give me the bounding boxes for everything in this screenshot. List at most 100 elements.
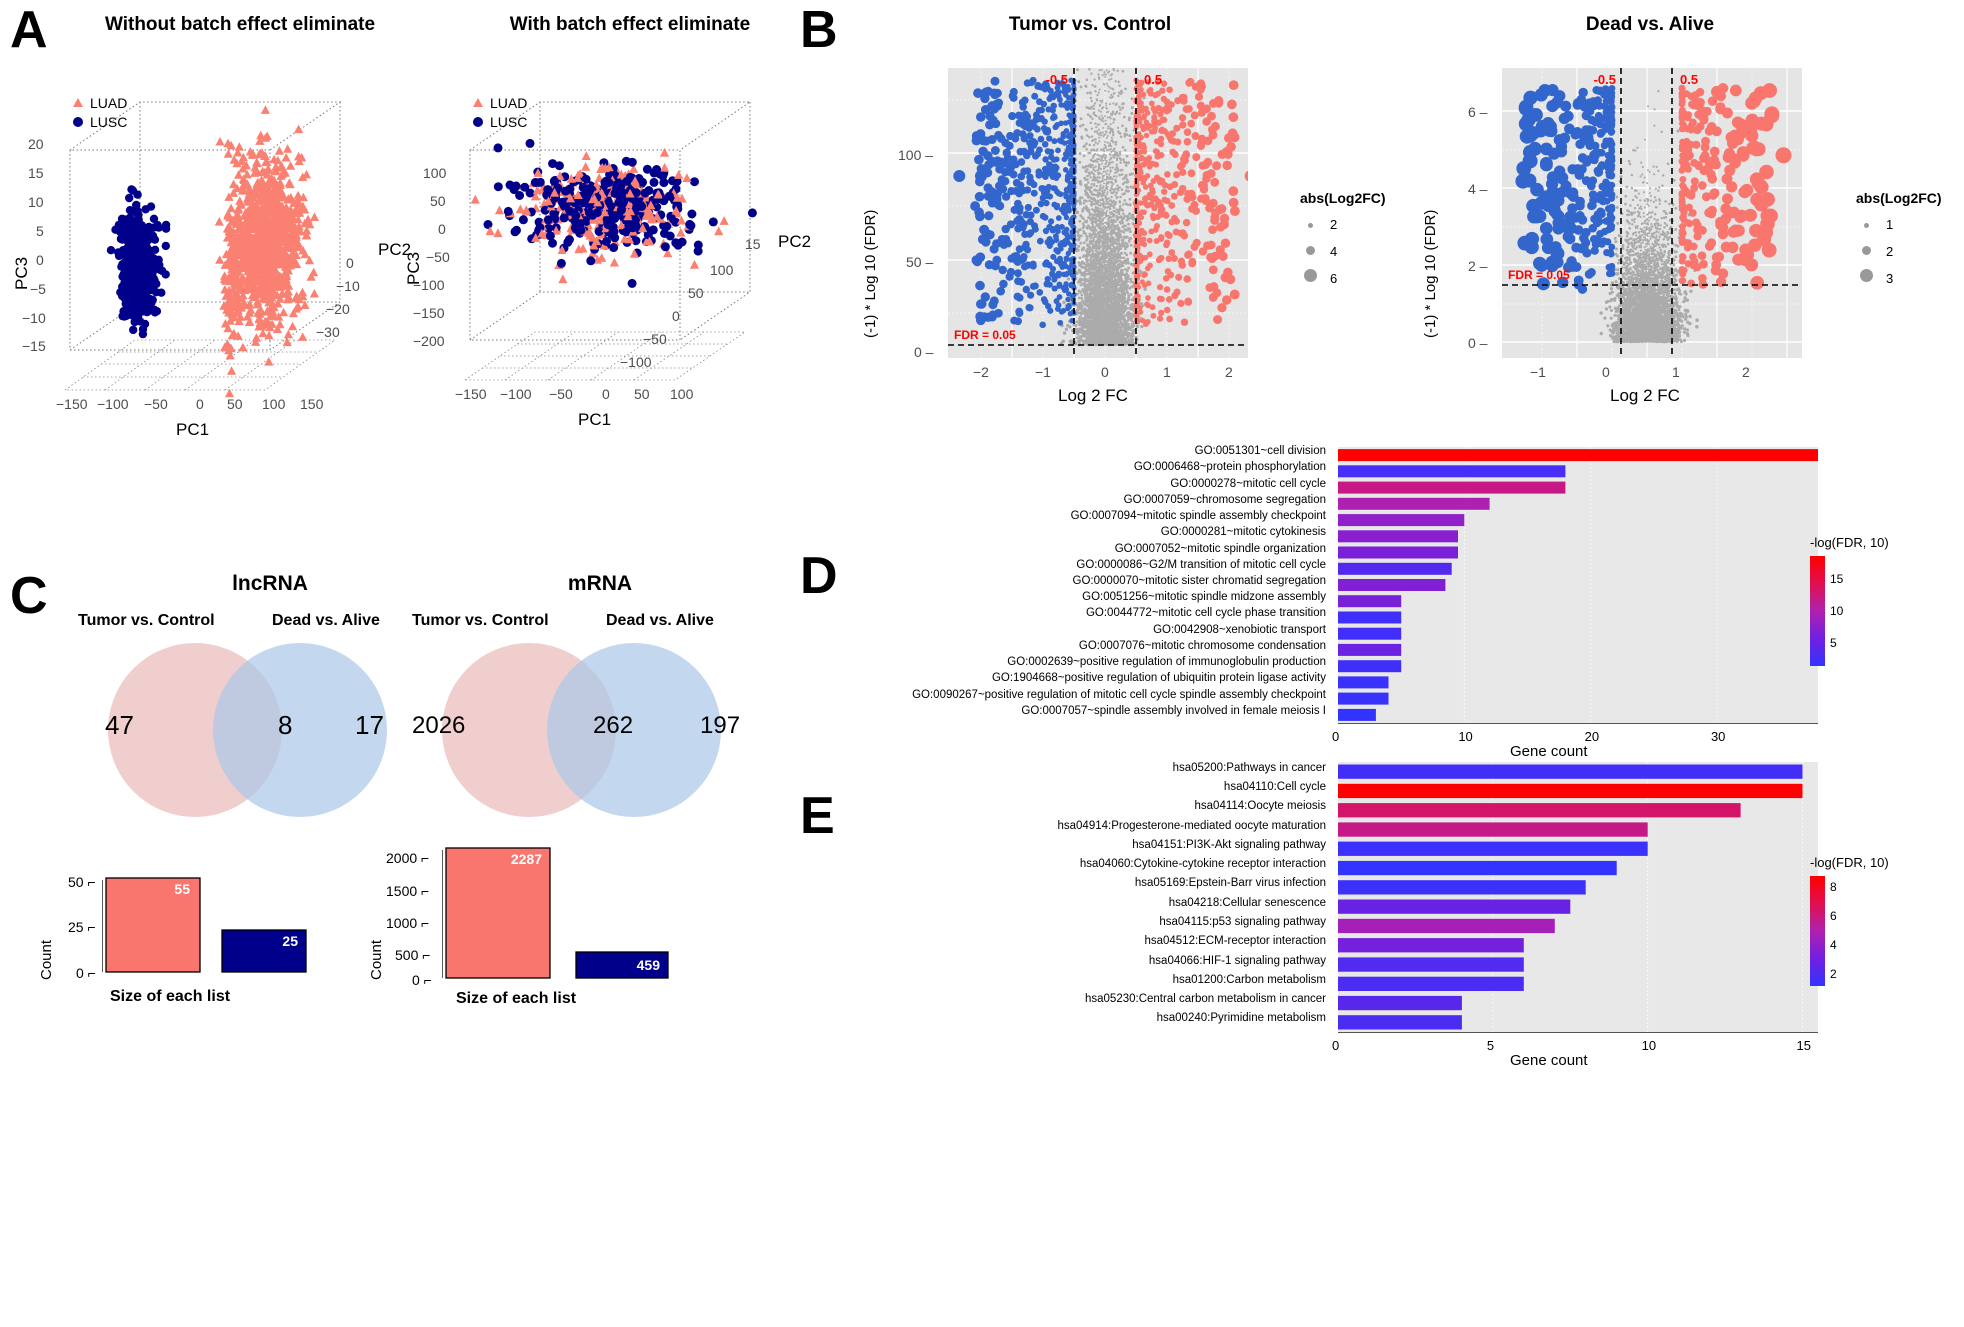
pca1-ylabel: PC3 (12, 256, 31, 290)
enrichment-bar[interactable] (1338, 764, 1803, 779)
go-legend-tick: 10 (1830, 604, 1844, 618)
go-legend-tick: 15 (1830, 572, 1844, 586)
enrichment-term-label: GO:0000070~mitotic sister chromatid segr… (1072, 575, 1326, 587)
volcano1-size-legend: abs(Log2FC) 2 4 6 (1300, 190, 1386, 287)
go-legend-tick: 5 (1830, 636, 1837, 650)
go-legend-title: -log(FDR, 10) (1810, 535, 1889, 550)
pca2-xlabel: PC1 (578, 410, 612, 429)
enrichment-bar[interactable] (1338, 692, 1389, 705)
enrichment-bar[interactable] (1338, 481, 1566, 494)
enrichment-term-label: hsa04060:Cytokine-cytokine receptor inte… (1079, 858, 1326, 871)
legend-value: 6 (1330, 270, 1338, 286)
kegg-legend-gradient (1810, 876, 1825, 986)
enrichment-term-label: GO:0006468~protein phosphorylation (1133, 461, 1326, 474)
kegg-legend-tick: 2 (1830, 967, 1837, 981)
volcano-plot-tumor-vs-control: (-1) * Log 10 (FDR) 100 – 50 – 0 – -0.5 … (860, 48, 1280, 405)
enrichment-term-label: hsa04218:Cellular senescence (1168, 896, 1326, 909)
enrichment-bar[interactable] (1338, 660, 1402, 673)
panel-letter-c: C (10, 567, 48, 625)
axis-tick-label: 10 (1458, 729, 1473, 744)
enrichment-term-label: hsa01200:Carbon metabolism (1172, 973, 1326, 986)
enrichment-bar[interactable] (1338, 676, 1389, 689)
go-color-legend: -log(FDR, 10) 15 10 5 (1810, 535, 1889, 666)
enrichment-term-label: GO:0000281~mitotic cytokinesis (1160, 526, 1326, 539)
enrichment-bar[interactable] (1338, 822, 1648, 837)
enrichment-bar[interactable] (1338, 562, 1452, 575)
svg-text:LUSC: LUSC (490, 114, 527, 130)
enrichment-term-label: hsa05230:Central carbon metabolism in ca… (1085, 993, 1326, 1006)
enrichment-bar[interactable] (1338, 841, 1648, 856)
enrichment-bar[interactable] (1338, 514, 1465, 527)
panel-a-plot2-title: With batch effect eliminate (509, 14, 751, 35)
axis-tick-label: 20 (1584, 729, 1600, 744)
pca2-ylabel: PC3 (404, 251, 423, 285)
bar1-xlabel: Size of each list (110, 988, 231, 1005)
enrichment-bar[interactable] (1338, 803, 1741, 818)
volcano2-canvas: -0.5 0.5 FDR = 0.05 (1502, 68, 1802, 358)
enrichment-bar[interactable] (1338, 957, 1524, 972)
x-axis-line (1338, 723, 1818, 724)
volcano1-ylabel: (-1) * Log 10 (FDR) (862, 209, 879, 338)
enrichment-bar[interactable] (1338, 643, 1402, 656)
enrichment-term-label: hsa04914:Progesterone-mediated oocyte ma… (1057, 819, 1326, 832)
enrichment-bar[interactable] (1338, 899, 1571, 914)
enrichment-term-label: GO:0007059~chromosome segregation (1123, 493, 1326, 506)
panel-a-plot1-title: Without batch effect eliminate (104, 14, 376, 35)
enrichment-term-label: GO:0000278~mitotic cell cycle (1170, 477, 1326, 490)
enrichment-term-label: hsa00240:Pyrimidine metabolism (1156, 1012, 1326, 1025)
enrichment-bar[interactable] (1338, 918, 1555, 934)
legend-value: 1 (1886, 216, 1894, 232)
bar2-xlabel: Size of each list (456, 990, 577, 1007)
enrichment-bar[interactable] (1338, 708, 1376, 721)
go-legend-gradient (1810, 556, 1825, 666)
venn1-left-label: Tumor vs. Control (78, 612, 215, 629)
enrichment-term-label: GO:0051301~cell division (1194, 445, 1326, 458)
enrichment-bar[interactable] (1338, 783, 1803, 799)
axis-tick-label: 30 (1710, 729, 1726, 744)
venn1-right-label: Dead vs. Alive (272, 612, 380, 629)
volcano2-size-legend: abs(Log2FC) 1 2 3 (1856, 190, 1942, 287)
enrichment-bar[interactable] (1338, 995, 1462, 1011)
enrichment-bar[interactable] (1338, 546, 1458, 559)
volcano2-ylabel: (-1) * Log 10 (FDR) (1422, 209, 1439, 338)
legend-item: 2 (1856, 242, 1942, 260)
enrichment-bar[interactable] (1338, 860, 1617, 876)
enrichment-bar[interactable] (1338, 465, 1566, 478)
legend-luad-lusc-2: LUAD LUSC (473, 95, 527, 130)
enrichment-bar[interactable] (1338, 595, 1402, 608)
enrichment-bar[interactable] (1338, 1015, 1462, 1030)
kegg-enrichment-chart: hsa05200:Pathways in cancer hsa04110:Cell… (880, 760, 1880, 1069)
enrichment-term-label: hsa04066:HIF-1 signaling pathway (1148, 954, 1326, 967)
kegg-legend-tick: 6 (1830, 909, 1837, 923)
legend-value: 4 (1330, 243, 1338, 259)
volcano1-canvas: -0.5 0.5 FDR = 0.05 (948, 68, 1248, 358)
enrichment-bar[interactable] (1338, 497, 1490, 510)
enrichment-bar[interactable] (1338, 530, 1458, 543)
axis-tick-label: 10 (1641, 1038, 1657, 1053)
enrichment-bar[interactable] (1338, 449, 1818, 462)
enrichment-term-label: GO:0090267~positive regulation of mitoti… (912, 688, 1326, 701)
enrichment-term-label: hsa04151:PI3K-Akt signaling pathway (1132, 838, 1326, 851)
venn2-right-count: 197 (700, 712, 741, 739)
legend-value: 2 (1330, 216, 1338, 232)
enrichment-bar[interactable] (1338, 938, 1524, 953)
enrichment-term-label: hsa04512:ECM-receptor interaction (1144, 935, 1326, 948)
legend-item: 2 (1300, 215, 1386, 233)
enrichment-bar[interactable] (1338, 627, 1402, 640)
enrichment-bar[interactable] (1338, 579, 1446, 591)
x-axis-line (1338, 1032, 1818, 1033)
enrichment-term-label: hsa04115:p53 signaling pathway (1159, 915, 1326, 928)
axis-tick-label: 0 (1332, 1038, 1340, 1053)
bar-chart-mrna-counts: Count 2000 ⌐ 1500 ⌐ 1000 ⌐ 500 ⌐ 0 ⌐ 228… (368, 830, 730, 1007)
enrichment-term-label: GO:0007094~mitotic spindle assembly chec… (1070, 510, 1326, 523)
enrichment-term-label: hsa04110:Cell cycle (1223, 780, 1326, 793)
bar2-canvas: 2287 459 (442, 847, 669, 979)
enrichment-bar[interactable] (1338, 880, 1586, 895)
enrichment-bar[interactable] (1338, 611, 1402, 624)
legend-luad-lusc-1: LUAD LUSC (73, 95, 127, 130)
enrichment-bar[interactable] (1338, 976, 1524, 991)
kegg-bars-canvas (1338, 762, 1818, 1032)
kegg-legend-tick: 8 (1830, 880, 1837, 894)
venn2-title: mRNA (567, 572, 633, 595)
enrichment-term-label: GO:0042908~xenobiotic transport (1153, 623, 1326, 636)
